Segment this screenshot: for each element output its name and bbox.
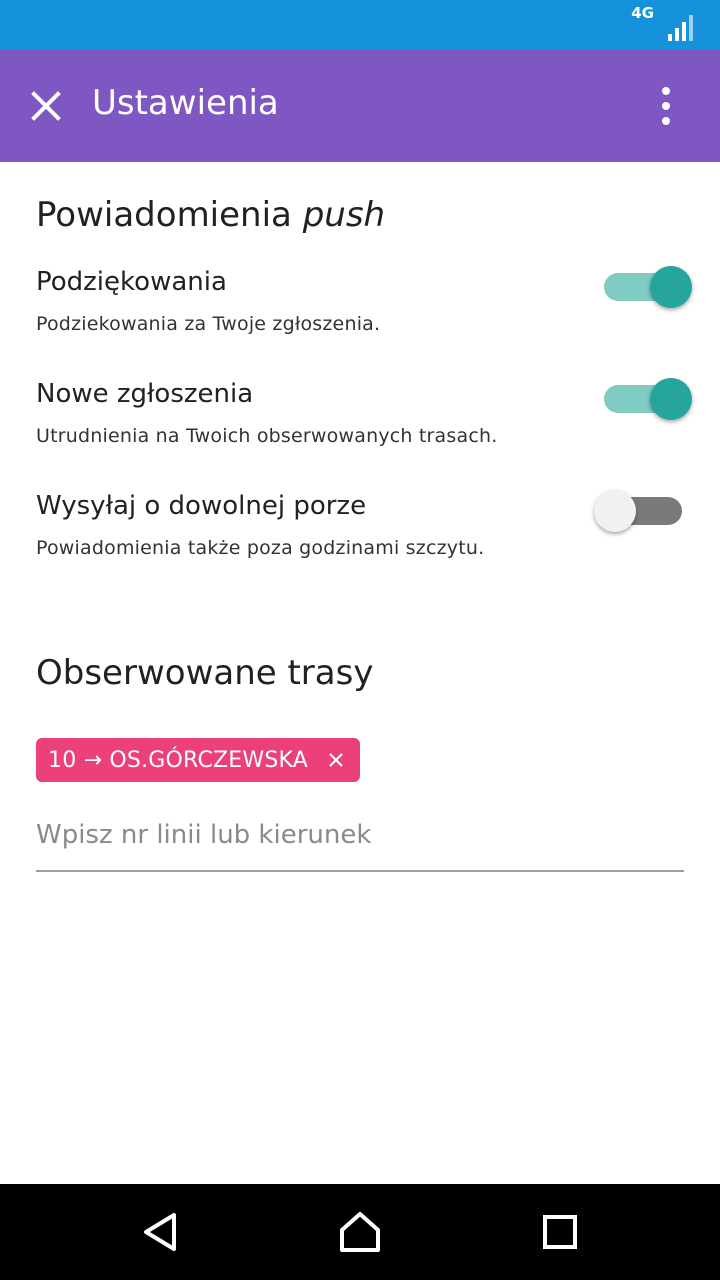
route-search-input[interactable] xyxy=(36,800,684,872)
home-icon xyxy=(340,1212,380,1252)
app-bar: Ustawienia xyxy=(0,50,720,162)
page-title: Ustawienia xyxy=(92,83,279,123)
close-button[interactable] xyxy=(22,82,70,130)
switch-thumb xyxy=(594,490,636,532)
more-vert-icon-dot xyxy=(662,102,670,110)
chip-close-icon[interactable] xyxy=(326,750,346,770)
setting-description: Powiadomienia także poza godzinami szczy… xyxy=(36,537,485,559)
more-vert-icon-dot xyxy=(662,117,670,125)
thanks-switch[interactable] xyxy=(596,263,692,311)
overflow-menu-button[interactable] xyxy=(642,82,690,130)
setting-label: Podziękowania xyxy=(36,267,227,297)
push-section-title-emphasis: push xyxy=(302,195,386,235)
route-chip[interactable]: 10 → OS.GÓRCZEWSKA xyxy=(36,738,360,782)
recents-icon xyxy=(543,1215,577,1249)
switch-thumb xyxy=(650,266,692,308)
close-icon xyxy=(31,91,61,121)
new-reports-switch[interactable] xyxy=(596,375,692,423)
routes-section-title: Obserwowane trasy xyxy=(36,653,374,693)
system-nav-bar xyxy=(0,1184,720,1280)
more-vert-icon-dot xyxy=(662,87,670,95)
switch-thumb xyxy=(650,378,692,420)
setting-label: Wysyłaj o dowolnej porze xyxy=(36,491,367,521)
status-bar: 4G xyxy=(0,0,720,50)
network-type: 4G xyxy=(631,4,654,22)
push-section-title: Powiadomienia push xyxy=(36,195,386,235)
back-button[interactable] xyxy=(136,1208,184,1256)
setting-description: Podziekowania za Twoje zgłoszenia. xyxy=(36,313,381,335)
back-icon xyxy=(144,1213,176,1251)
recents-button[interactable] xyxy=(536,1208,584,1256)
setting-label: Nowe zgłoszenia xyxy=(36,379,254,409)
route-chip-label: 10 → OS.GÓRCZEWSKA xyxy=(48,747,308,773)
home-button[interactable] xyxy=(336,1208,384,1256)
setting-description: Utrudnienia na Twoich obserwowanych tras… xyxy=(36,425,498,447)
signal-icon xyxy=(668,15,693,41)
any-time-switch[interactable] xyxy=(594,487,690,535)
